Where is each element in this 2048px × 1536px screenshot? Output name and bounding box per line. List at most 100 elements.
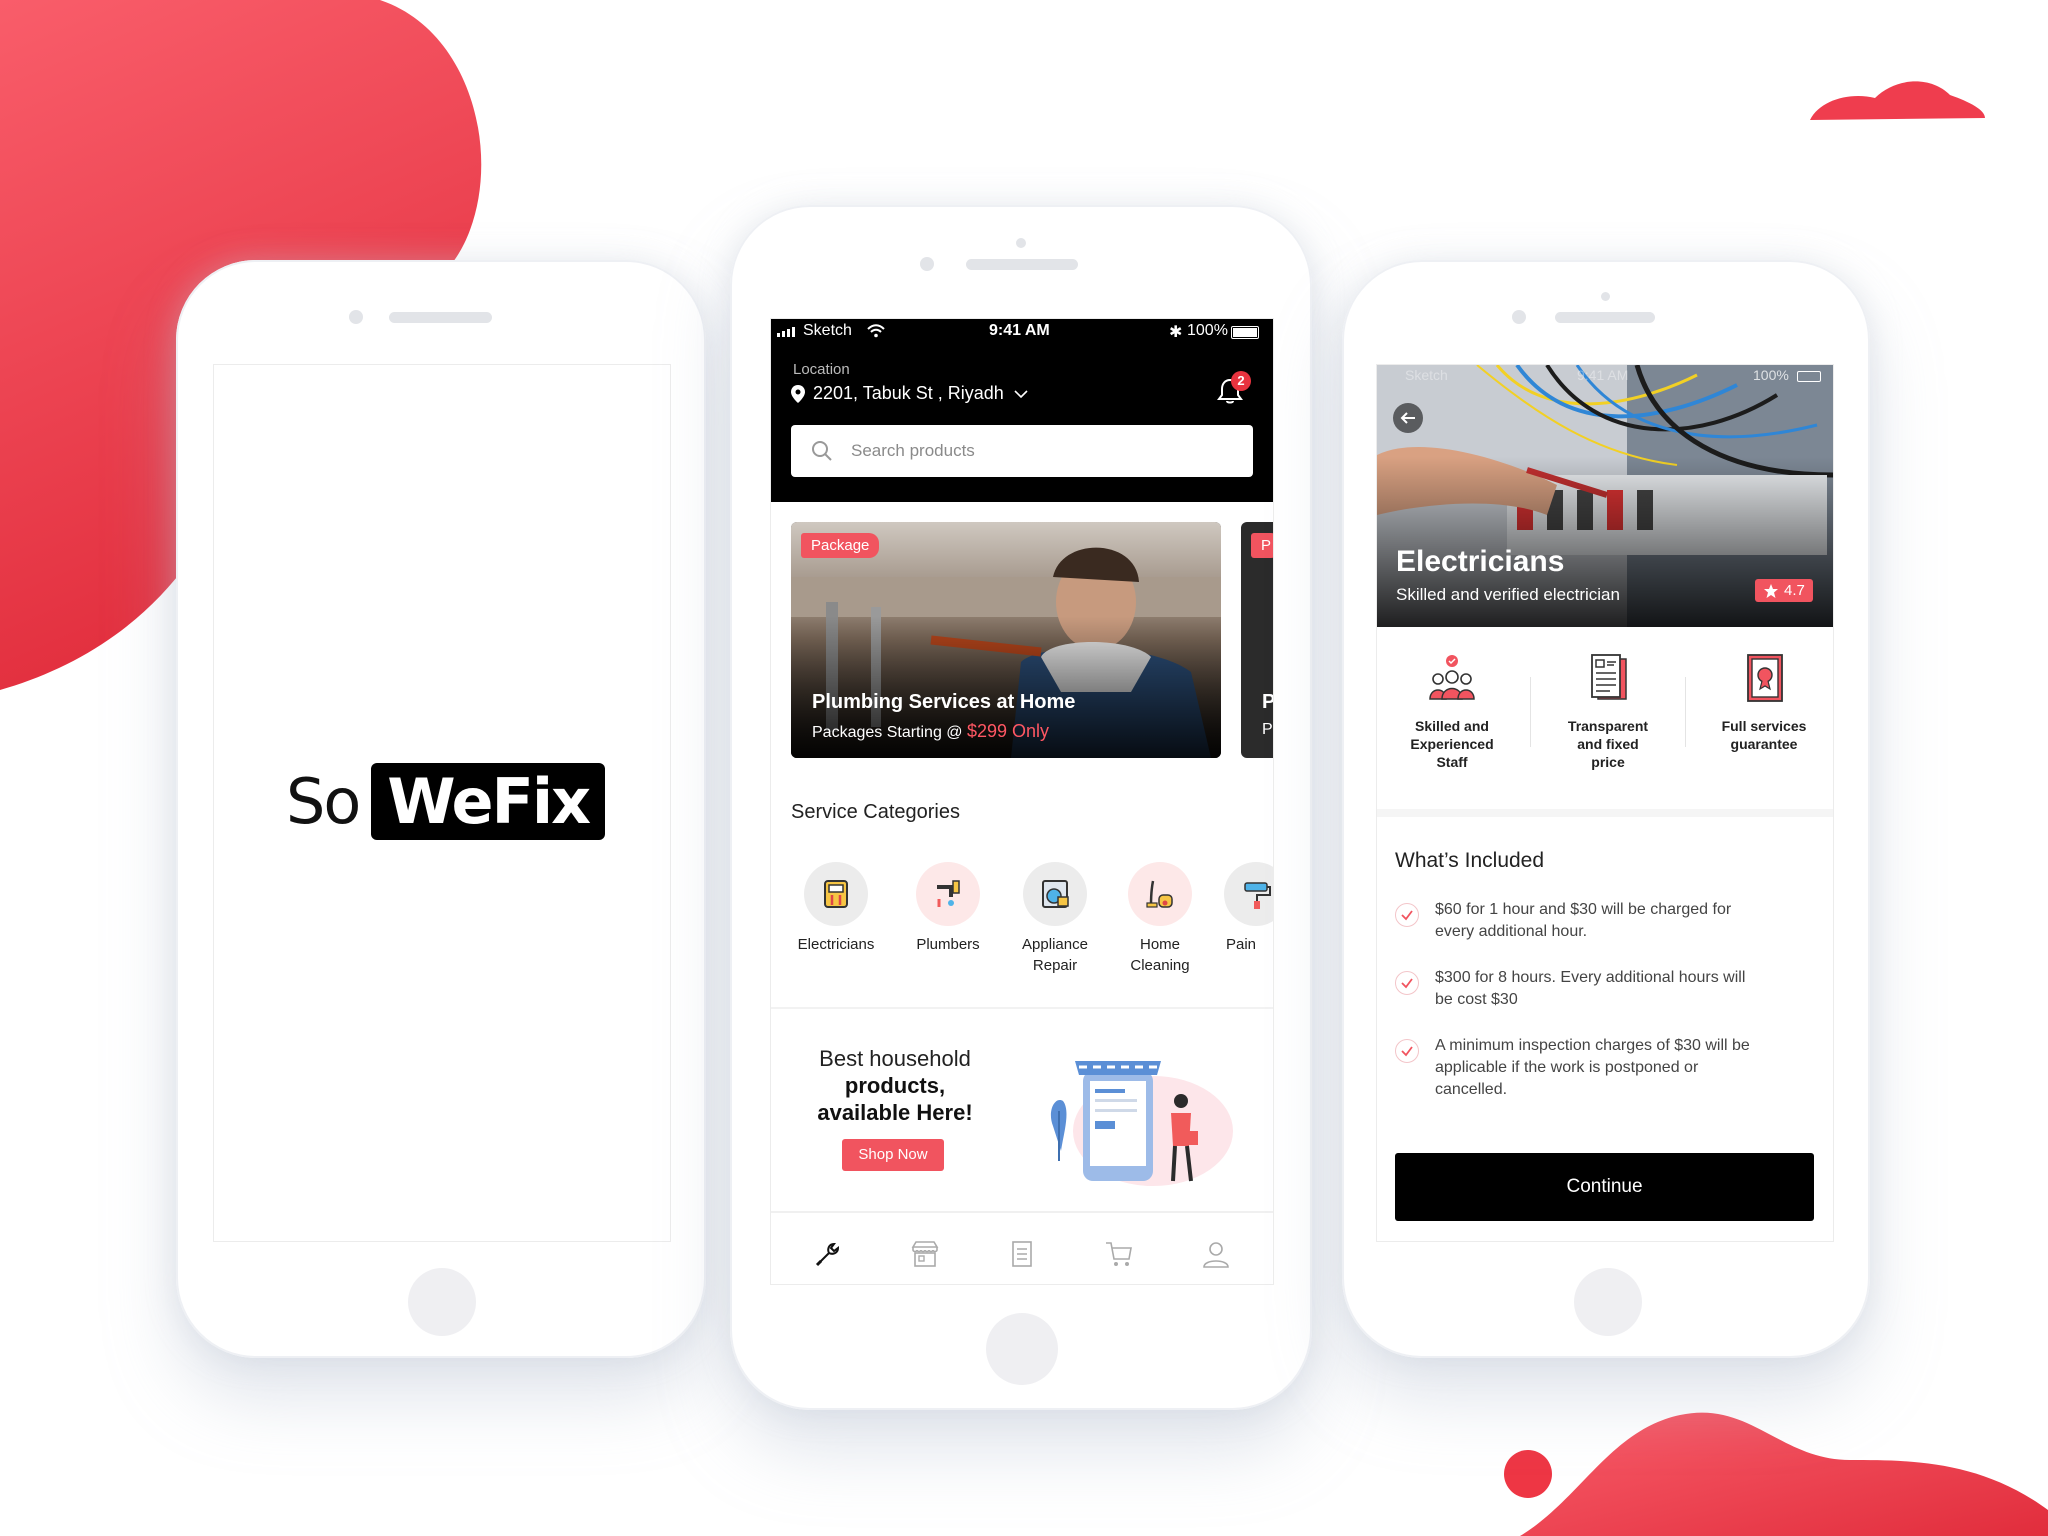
proximity-sensor bbox=[1016, 238, 1026, 248]
search-bar[interactable]: Search products bbox=[791, 425, 1253, 477]
banner-line-3: available Here! bbox=[817, 1100, 973, 1125]
washing-machine-icon bbox=[1023, 862, 1087, 926]
included-text: $300 for 8 hours. Every additional hours… bbox=[1435, 969, 1746, 986]
category-appliance-repair[interactable]: Appliance Repair bbox=[1015, 862, 1095, 976]
detail-subtitle: Skilled and verified electrician bbox=[1396, 585, 1620, 604]
logo-so: So bbox=[286, 765, 361, 838]
promo-card[interactable]: Package Plumbing Services at Home Packag… bbox=[791, 522, 1221, 758]
tab-store[interactable] bbox=[910, 1239, 940, 1269]
included-text: every additional hour. bbox=[1435, 923, 1588, 940]
category-label-2: Repair bbox=[1032, 957, 1078, 974]
pipe-faucet-icon bbox=[916, 862, 980, 926]
detail-phone: Sketch 9:41 AM 100% Electricians Skilled… bbox=[1342, 260, 1870, 1358]
home-phone: Sketch 9:41 AM ✱ 100% Location 2201, Tab… bbox=[730, 205, 1312, 1410]
feature-divider bbox=[1530, 677, 1531, 747]
hero: Sketch 9:41 AM 100% Electricians Skilled… bbox=[1377, 365, 1833, 627]
category-painters[interactable]: Pain bbox=[1222, 862, 1273, 955]
tab-services[interactable] bbox=[813, 1239, 843, 1269]
tab-cart[interactable] bbox=[1104, 1239, 1134, 1269]
feature-label: Staff bbox=[1436, 754, 1468, 770]
promo-card-next[interactable]: P P P bbox=[1241, 522, 1273, 758]
feature-label: price bbox=[1591, 754, 1625, 770]
banner-line-2: products, bbox=[844, 1073, 946, 1098]
detail-screen: Sketch 9:41 AM 100% Electricians Skilled… bbox=[1376, 364, 1834, 1242]
feature-label: Full services bbox=[1721, 718, 1807, 734]
paint-roller-icon bbox=[1224, 862, 1273, 926]
feature-label: Transparent bbox=[1567, 718, 1649, 734]
bottom-right-blob bbox=[1504, 1412, 2048, 1536]
carrier-label: Sketch bbox=[1405, 367, 1448, 383]
hero-status-bar: Sketch 9:41 AM 100% bbox=[1377, 365, 1833, 387]
shop-now-button[interactable]: Shop Now bbox=[842, 1139, 944, 1171]
banner-line-1: Best household bbox=[819, 1046, 971, 1071]
earpiece-speaker bbox=[1555, 312, 1655, 323]
check-icon bbox=[1395, 903, 1419, 927]
included-text: A minimum inspection charges of $30 will… bbox=[1435, 1037, 1750, 1054]
front-camera bbox=[349, 310, 363, 324]
tab-profile[interactable] bbox=[1201, 1239, 1231, 1269]
promo-title-next: P bbox=[1262, 691, 1273, 714]
feature-label: and fixed bbox=[1577, 736, 1639, 752]
electric-meter-icon bbox=[804, 862, 868, 926]
location-label: Location bbox=[793, 361, 850, 378]
top-right-blob bbox=[1810, 81, 1985, 120]
search-input[interactable]: Search products bbox=[851, 441, 975, 461]
shop-banner: Best household products, available Here!… bbox=[771, 1009, 1273, 1186]
logo-wefix: WeFix bbox=[371, 763, 606, 840]
arrow-left-icon bbox=[1400, 412, 1415, 424]
detail-title: Electricians bbox=[1396, 545, 1565, 578]
promo-price: $299 Only bbox=[966, 721, 1050, 741]
location-pin-icon bbox=[791, 384, 805, 403]
earpiece-speaker bbox=[389, 312, 492, 323]
category-electricians[interactable]: Electricians bbox=[796, 862, 876, 955]
feature-guarantee: Full services guarantee bbox=[1699, 653, 1829, 753]
section-gap bbox=[1377, 809, 1833, 817]
rating-value: 4.7 bbox=[1784, 582, 1805, 599]
package-tag: Package bbox=[801, 533, 880, 558]
vacuum-cleaner-icon bbox=[1128, 862, 1192, 926]
included-text: $60 for 1 hour and $30 will be charged f… bbox=[1435, 901, 1732, 918]
header: Sketch 9:41 AM ✱ 100% Location 2201, Tab… bbox=[771, 319, 1273, 502]
battery-icon bbox=[1797, 371, 1821, 382]
app-logo: So WeFix bbox=[286, 763, 606, 840]
tab-bar bbox=[771, 1211, 1273, 1284]
promo-subtitle-next: P bbox=[1262, 721, 1273, 738]
clock: 9:41 AM bbox=[989, 322, 1050, 339]
location-selector[interactable]: 2201, Tabuk St , Riyadh bbox=[791, 383, 1028, 404]
features-row: Skilled and Experienced Staff Transparen… bbox=[1377, 627, 1833, 810]
tab-orders[interactable] bbox=[1007, 1239, 1037, 1269]
carrier-label: Sketch bbox=[803, 322, 852, 339]
package-tag-next: P bbox=[1251, 533, 1273, 558]
continue-button[interactable]: Continue bbox=[1395, 1153, 1814, 1221]
bluetooth-icon: ✱ bbox=[1169, 324, 1183, 341]
feature-label: Experienced bbox=[1410, 736, 1494, 752]
feature-price: Transparent and fixed price bbox=[1543, 653, 1673, 771]
shopping-illustration bbox=[1050, 1061, 1233, 1186]
battery-label: 100% bbox=[1187, 322, 1228, 339]
included-item: $60 for 1 hour and $30 will be charged f… bbox=[1395, 899, 1833, 943]
splash-phone: So WeFix bbox=[176, 260, 706, 1358]
category-label: Home bbox=[1139, 936, 1180, 953]
category-plumbers[interactable]: Plumbers bbox=[908, 862, 988, 955]
home-button[interactable] bbox=[1574, 1268, 1642, 1336]
battery-label: 100% bbox=[1753, 367, 1789, 383]
notification-button[interactable]: 2 bbox=[1215, 371, 1255, 411]
back-button[interactable] bbox=[1393, 403, 1423, 433]
chevron-down-icon bbox=[1014, 389, 1028, 398]
home-button[interactable] bbox=[986, 1313, 1058, 1385]
signal-icon bbox=[777, 327, 795, 337]
included-title: What’s Included bbox=[1395, 849, 1545, 872]
feature-label: Skilled and bbox=[1415, 718, 1489, 734]
home-screen: Sketch 9:41 AM ✱ 100% Location 2201, Tab… bbox=[770, 318, 1274, 1285]
status-bar: Sketch 9:41 AM ✱ 100% bbox=[771, 319, 1273, 343]
category-home-cleaning[interactable]: Home Cleaning bbox=[1120, 862, 1200, 976]
promo-title: Plumbing Services at Home bbox=[812, 691, 1076, 713]
included-item: A minimum inspection charges of $30 will… bbox=[1395, 1035, 1833, 1101]
included-item: $300 for 8 hours. Every additional hours… bbox=[1395, 967, 1833, 1011]
star-icon bbox=[1764, 583, 1778, 598]
location-value: 2201, Tabuk St , Riyadh bbox=[813, 383, 1004, 403]
front-camera bbox=[1512, 310, 1526, 324]
splash-screen: So WeFix bbox=[213, 364, 671, 1242]
search-icon bbox=[812, 441, 832, 461]
home-button[interactable] bbox=[408, 1268, 476, 1336]
